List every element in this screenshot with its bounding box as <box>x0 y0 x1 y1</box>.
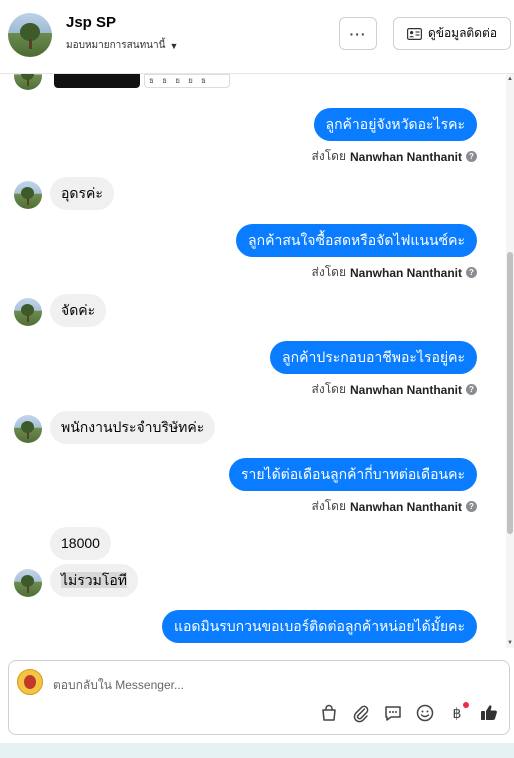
contact-name[interactable]: Jsp SP <box>66 14 116 31</box>
sent-by-label: ส่งโดย Nanwhan Nanthanit ? <box>312 497 477 516</box>
message-outgoing[interactable]: ลูกค้าสนใจซื้อสดหรือจัดไฟแนนซ์คะ <box>236 224 477 257</box>
sent-by-prefix: ส่งโดย <box>311 382 346 396</box>
scrollbar[interactable]: ▲ ▼ <box>506 74 514 648</box>
sent-by-label: ส่งโดย Nanwhan Nanthanit ? <box>312 263 477 282</box>
contact-avatar[interactable] <box>8 13 52 57</box>
footer-strip <box>0 743 514 758</box>
svg-text:฿: ฿ <box>453 706 462 722</box>
caret-down-icon: ▼ <box>169 40 179 51</box>
reply-composer[interactable]: ตอบกลับใน Messenger... ฿ <box>8 660 510 735</box>
more-options-button[interactable]: ··· <box>339 17 377 50</box>
notification-dot <box>463 702 469 708</box>
paperclip-icon[interactable] <box>351 703 371 723</box>
like-icon[interactable] <box>479 703 499 723</box>
baht-icon[interactable]: ฿ <box>447 702 469 723</box>
sent-by-prefix: ส่งโดย <box>311 149 346 163</box>
contact-avatar-small <box>14 298 42 326</box>
message-thread[interactable]: ธ ธ ย ย ธ ลูกค้าอยู่จังหวัดอะไรคะ ส่งโดย… <box>0 74 514 648</box>
sent-by-prefix: ส่งโดย <box>311 265 346 279</box>
message-incoming[interactable]: จัดค่ะ <box>50 294 107 327</box>
contact-avatar-small <box>14 181 42 209</box>
attachment-thumbnail[interactable] <box>54 74 140 88</box>
sent-by-prefix: ส่งโดย <box>311 499 346 513</box>
sent-by-label: ส่งโดย Nanwhan Nanthanit ? <box>312 147 477 166</box>
help-icon[interactable]: ? <box>466 384 477 395</box>
reply-input[interactable]: ตอบกลับใน Messenger... <box>53 676 184 695</box>
message-incoming[interactable]: พนักงานประจำบริษัทค่ะ <box>50 411 216 444</box>
composer-toolbar: ฿ <box>319 702 499 723</box>
attachment-thumbnail[interactable]: ธ ธ ย ย ธ <box>144 74 230 88</box>
view-contact-button[interactable]: ดูข้อมูลติดต่อ <box>393 17 511 50</box>
message-incoming[interactable]: อุดรค่ะ <box>50 177 114 210</box>
message-outgoing[interactable]: ลูกค้าประกอบอาชีพอะไรอยู่คะ <box>270 341 477 374</box>
message-outgoing[interactable]: ลูกค้าอยู่จังหวัดอะไรคะ <box>313 108 477 141</box>
message-incoming[interactable]: ไม่รวมโอที <box>50 564 139 597</box>
help-icon[interactable]: ? <box>466 267 477 278</box>
bag-icon[interactable] <box>319 703 339 723</box>
scroll-down-icon[interactable]: ▼ <box>507 640 513 646</box>
sent-by-name: Nanwhan Nanthanit <box>349 382 462 397</box>
scrollbar-thumb[interactable] <box>507 252 513 534</box>
help-icon[interactable]: ? <box>466 501 477 512</box>
contact-avatar-small <box>14 415 42 443</box>
contact-avatar-small <box>14 74 42 90</box>
message-outgoing[interactable]: รายได้ต่อเดือนลูกค้ากี่บาทต่อเดือนคะ <box>228 458 477 491</box>
selected-text: ไม่รวมโอที <box>61 572 128 588</box>
sent-by-name: Nanwhan Nanthanit <box>349 265 462 280</box>
view-contact-label: ดูข้อมูลติดต่อ <box>427 26 498 40</box>
help-icon[interactable]: ? <box>466 151 477 162</box>
contact-avatar-small <box>14 569 42 597</box>
contact-card-icon <box>406 27 422 40</box>
sent-by-label: ส่งโดย Nanwhan Nanthanit ? <box>312 380 477 399</box>
sent-by-name: Nanwhan Nanthanit <box>349 149 462 164</box>
message-incoming[interactable]: 18000 <box>50 527 111 560</box>
assign-label: มอบหมายการสนทนานี้ <box>66 40 166 51</box>
conversation-header: Jsp SP มอบหมายการสนทนานี้ ▼ ··· ดูข้อมูล… <box>0 0 514 74</box>
emoji-icon[interactable] <box>415 703 435 723</box>
assign-conversation-dropdown[interactable]: มอบหมายการสนทนานี้ ▼ <box>66 38 178 53</box>
saved-reply-icon[interactable] <box>383 703 403 723</box>
scroll-up-icon[interactable]: ▲ <box>507 76 513 82</box>
message-outgoing[interactable]: แอดมินรบกวนขอเบอร์ติดต่อลูกค้าหน่อยได้มั… <box>161 610 477 643</box>
page-avatar <box>17 669 43 695</box>
sent-by-name: Nanwhan Nanthanit <box>349 499 462 514</box>
